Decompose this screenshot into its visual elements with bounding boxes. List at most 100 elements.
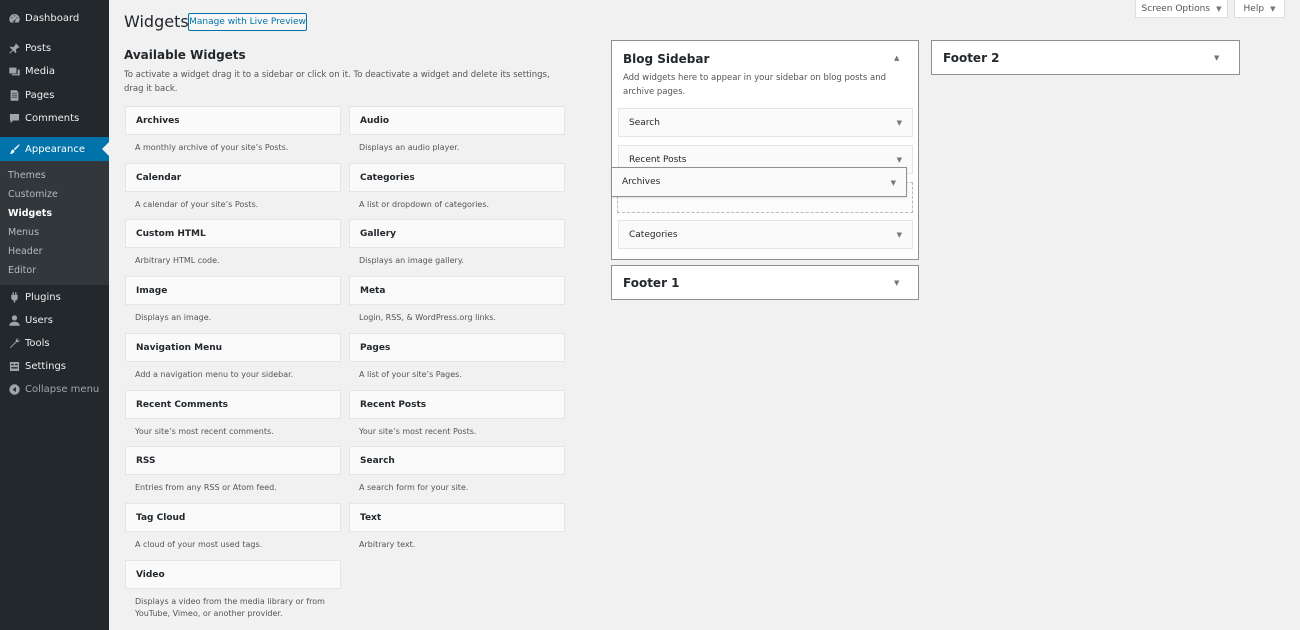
caret-down-icon[interactable]: ▼ [897,119,902,127]
widget-tile[interactable]: Image [125,276,341,305]
widget-tile[interactable]: Calendar [125,163,341,192]
widget-tile[interactable]: Recent Posts [349,390,565,419]
widget-description: Arbitrary HTML code. [135,256,220,265]
wrench-icon [7,337,21,351]
widget-description: Your site’s most recent comments. [135,427,274,436]
blog-sidebar-title[interactable]: Blog Sidebar [623,52,709,66]
menu-label: Dashboard [25,13,80,24]
menu-item-settings[interactable]: Settings [0,355,109,378]
widget-description: Displays an image gallery. [359,256,464,265]
widget-title: Search [629,117,660,128]
widget-title: Audio [360,115,390,126]
caret-down-icon[interactable]: ▼ [891,179,896,187]
widget-title: Pages [360,342,391,353]
submenu-widgets[interactable]: Widgets [8,208,52,219]
widget-tile[interactable]: Categories [349,163,565,192]
menu-item-plugins[interactable]: Plugins [0,286,109,309]
caret-down-icon[interactable]: ▼ [1214,54,1219,62]
widget-tile[interactable]: Gallery [349,219,565,248]
sidebar-widget-search[interactable]: Search ▼ [618,108,913,137]
widget-tile[interactable]: Meta [349,276,565,305]
widget-description: A list of your site’s Pages. [359,370,462,379]
widget-tile[interactable]: Text [349,503,565,532]
widget-title: Tag Cloud [136,512,186,523]
menu-label: Users [25,315,54,326]
current-arrow [102,142,109,156]
menu-item-comments[interactable]: Comments [0,107,109,130]
menu-label: Appearance [25,143,86,155]
widget-title: Meta [360,285,386,296]
widget-tile[interactable]: Custom HTML [125,219,341,248]
menu-item-collapse[interactable]: Collapse menu [0,378,109,401]
caret-down-icon[interactable]: ▼ [897,156,902,164]
menu-item-posts[interactable]: Posts [0,37,109,60]
widget-tile[interactable]: Recent Comments [125,390,341,419]
widget-title: Archives [622,177,661,187]
menu-item-pages[interactable]: Pages [0,84,109,107]
submenu-header[interactable]: Header [8,246,43,257]
brush-icon [7,142,21,156]
widget-title: Recent Posts [360,399,427,410]
help-button[interactable]: Help ▼ [1234,0,1285,18]
widget-description: A list or dropdown of categories. [359,200,490,209]
submenu-customize[interactable]: Customize [8,189,58,200]
menu-item-media[interactable]: Media [0,60,109,83]
menu-label: Plugins [25,292,61,303]
widget-tile[interactable]: Navigation Menu [125,333,341,362]
widget-title: Navigation Menu [136,342,223,353]
widget-description: A search form for your site. [359,483,469,492]
footer-1-sidebar[interactable]: Footer 1 ▼ [611,265,919,300]
widget-description: Arbitrary text. [359,540,416,549]
widget-tile[interactable]: RSS [125,446,341,475]
widget-title: Video [136,569,165,580]
menu-label: Comments [25,113,80,124]
dragging-widget-archives[interactable]: Archives ▼ [611,167,907,197]
widget-tile[interactable]: Tag Cloud [125,503,341,532]
menu-item-appearance[interactable]: Appearance [0,137,109,161]
widget-title: RSS [136,455,156,466]
settings-icon [7,360,21,374]
footer-2-sidebar[interactable]: Footer 2 ▼ [931,40,1240,75]
caret-up-icon[interactable]: ▲ [894,54,899,62]
widget-description: Displays an image. [135,313,212,322]
footer-1-title: Footer 1 [623,276,680,290]
menu-label: Settings [25,361,67,372]
widget-title: Gallery [360,228,397,239]
blog-sidebar-description: Add widgets here to appear in your sideb… [623,73,886,97]
page-title: Widgets [124,12,189,31]
dashboard-icon [7,12,21,26]
caret-down-icon[interactable]: ▼ [894,279,899,287]
menu-item-dashboard[interactable]: Dashboard [0,7,109,30]
menu-label: Pages [25,90,55,101]
widget-description: Entries from any RSS or Atom feed. [135,483,277,492]
widget-tile[interactable]: Video [125,560,341,589]
available-widgets-heading: Available Widgets [124,48,246,62]
widget-title: Recent Posts [629,154,687,165]
menu-item-users[interactable]: Users [0,309,109,332]
widget-title: Search [360,455,395,466]
collapse-icon [7,383,21,397]
help-label: Help [1243,3,1265,14]
widget-tile[interactable]: Pages [349,333,565,362]
widget-title: Image [136,285,168,296]
caret-down-icon: ▼ [1270,4,1276,13]
submenu-menus[interactable]: Menus [8,227,39,238]
widget-tile[interactable]: Archives [125,106,341,135]
available-widgets-description: To activate a widget drag it to a sideba… [124,70,550,94]
caret-down-icon[interactable]: ▼ [897,231,902,239]
widget-tile[interactable]: Search [349,446,565,475]
sidebar-widget-categories[interactable]: Categories ▼ [618,220,913,249]
menu-label: Posts [25,43,52,54]
widget-tile[interactable]: Audio [349,106,565,135]
menu-item-tools[interactable]: Tools [0,332,109,355]
submenu-themes[interactable]: Themes [8,170,46,181]
comment-icon [7,112,21,126]
submenu-editor[interactable]: Editor [8,265,36,276]
widget-description: A calendar of your site’s Posts. [135,200,259,209]
pages-icon [7,89,21,103]
live-preview-button[interactable]: Manage with Live Preview [188,13,307,31]
screen-options-button[interactable]: Screen Options ▼ [1135,0,1228,18]
widget-title: Categories [629,229,678,240]
appearance-submenu: Themes Customize Widgets Menus Header Ed… [0,161,109,285]
media-icon [7,65,21,79]
